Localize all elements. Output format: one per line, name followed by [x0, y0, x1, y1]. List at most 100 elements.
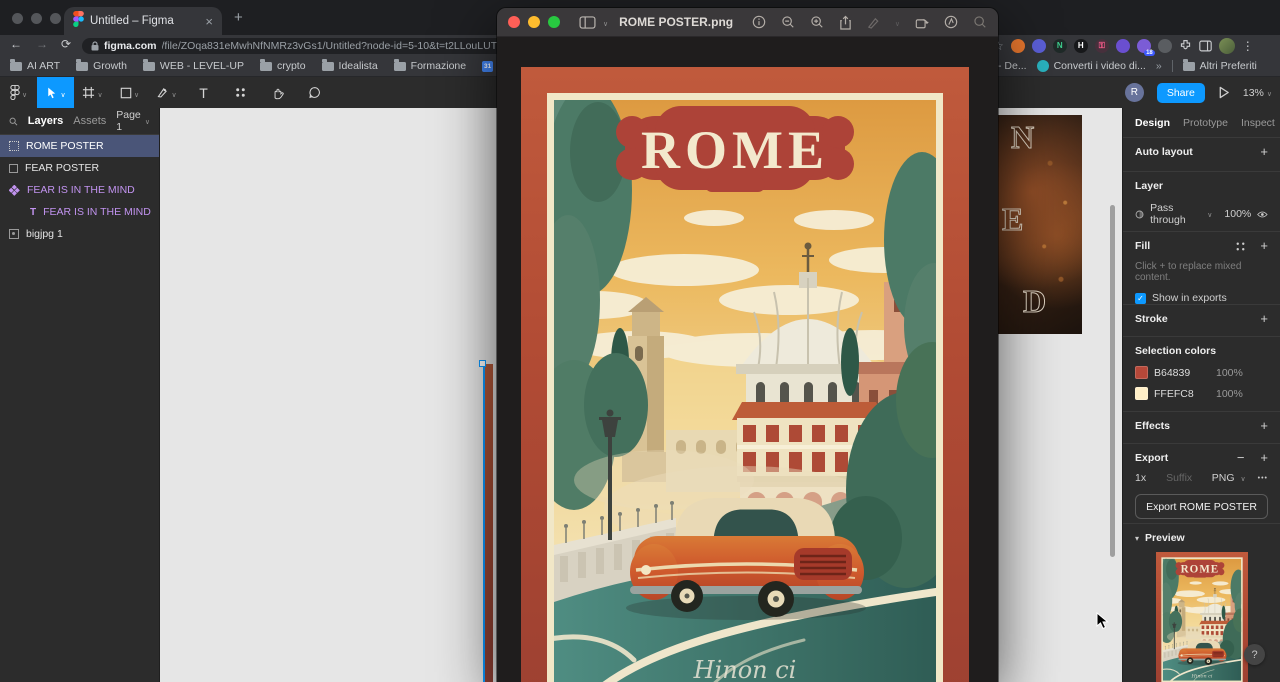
selection-corner-handle[interactable]	[479, 360, 486, 367]
tab-inspect[interactable]: Inspect	[1241, 117, 1275, 129]
color-opacity[interactable]: 100%	[1216, 367, 1243, 379]
browser-window-controls[interactable]	[12, 13, 61, 24]
back-button[interactable]	[10, 37, 22, 51]
add-export-icon[interactable]	[1260, 453, 1268, 463]
color-hex[interactable]: B64839	[1154, 367, 1210, 379]
tab-design[interactable]: Design	[1135, 117, 1170, 129]
canvas-scrollbar[interactable]	[1110, 205, 1115, 557]
bookmark-folder-formazione[interactable]: Formazione	[393, 59, 466, 72]
tab-layers[interactable]: Layers	[28, 115, 63, 127]
browser-menu-icon[interactable]	[1242, 39, 1254, 53]
bookmark-folder-idealista[interactable]: Idealista	[321, 59, 378, 72]
resources-tool[interactable]	[222, 77, 259, 108]
preview-window-controls[interactable]	[508, 16, 560, 28]
chevron-down-icon[interactable]	[603, 13, 608, 31]
search-icon[interactable]	[9, 116, 18, 127]
markup-toolbar-icon[interactable]	[944, 15, 958, 29]
styles-icon[interactable]	[1235, 241, 1246, 252]
color-opacity[interactable]: 100%	[1216, 388, 1243, 400]
move-tool[interactable]	[37, 77, 74, 108]
add-fill-icon[interactable]	[1260, 241, 1268, 251]
preview-title-bar[interactable]: ROME POSTER.png	[497, 8, 998, 37]
layer-row-fear-poster[interactable]: FEAR POSTER	[0, 157, 159, 179]
share-button[interactable]: Share	[1156, 82, 1205, 103]
extension-icon-purple[interactable]	[1115, 38, 1130, 53]
puzzle-extensions-icon[interactable]	[1179, 39, 1192, 52]
bookmark-other-favorites[interactable]: Altri Preferiti	[1182, 59, 1257, 72]
layer-row-fear-text[interactable]: T FEAR IS IN THE MIND	[0, 201, 159, 223]
pen-tool[interactable]	[148, 77, 185, 108]
reload-button[interactable]	[61, 37, 71, 51]
add-auto-layout-icon[interactable]	[1260, 147, 1268, 157]
color-swatch-red[interactable]	[1135, 366, 1148, 379]
rotate-icon[interactable]	[915, 16, 929, 29]
tab-prototype[interactable]: Prototype	[1183, 117, 1228, 129]
add-stroke-icon[interactable]	[1260, 314, 1268, 324]
bookmark-partial[interactable]: - De...	[998, 60, 1027, 72]
extension-icon-key[interactable]: ⚿	[1094, 38, 1109, 53]
new-tab-button[interactable]	[234, 9, 243, 26]
forward-button[interactable]	[36, 37, 48, 51]
side-panel-icon[interactable]	[1199, 40, 1212, 52]
share-icon[interactable]	[839, 15, 852, 30]
text-tool[interactable]: T	[185, 77, 222, 108]
minimize-button[interactable]	[528, 16, 540, 28]
visibility-eye-icon[interactable]	[1257, 210, 1268, 219]
zoom-in-icon[interactable]	[810, 15, 824, 29]
present-play-icon[interactable]	[1218, 86, 1230, 99]
export-options-icon[interactable]	[1258, 475, 1268, 482]
selection-color-row[interactable]: FFEFC8 100%	[1135, 387, 1268, 400]
tab-close-icon[interactable]	[205, 14, 213, 29]
export-format-dropdown[interactable]: PNG	[1212, 472, 1235, 484]
fullscreen-button[interactable]	[548, 16, 560, 28]
blend-mode-value[interactable]: Pass through	[1150, 202, 1201, 226]
shape-tool[interactable]	[111, 77, 148, 108]
color-swatch-cream[interactable]	[1135, 387, 1148, 400]
hand-tool[interactable]	[259, 77, 296, 108]
window-minimize-button[interactable]	[31, 13, 42, 24]
bookmarks-overflow-chevron[interactable]: »	[1156, 60, 1162, 72]
layer-row-fear-component[interactable]: FEAR IS IN THE MIND	[0, 179, 159, 201]
extension-icon-gray[interactable]	[1157, 38, 1172, 53]
export-suffix-field[interactable]: Suffix	[1166, 472, 1192, 484]
export-scale[interactable]: 1x	[1135, 472, 1146, 484]
zoom-level-control[interactable]: 13%	[1243, 87, 1272, 99]
page-selector[interactable]: Page 1	[116, 109, 150, 133]
color-hex[interactable]: FFEFC8	[1154, 388, 1210, 400]
layer-row-rome-poster[interactable]: ROME POSTER	[0, 135, 159, 157]
browser-profile-avatar[interactable]	[1218, 37, 1235, 54]
user-avatar[interactable]: R	[1124, 83, 1144, 102]
extension-icon-badged[interactable]: 18	[1136, 38, 1155, 56]
layer-row-bigjpg[interactable]: bigjpg 1	[0, 223, 159, 245]
export-rome-poster-button[interactable]: Export ROME POSTER	[1135, 494, 1268, 519]
show-in-exports-checkbox[interactable]: ✓	[1135, 292, 1146, 304]
bookmark-folder-crypto[interactable]: crypto	[259, 59, 306, 72]
help-button[interactable]: ?	[1244, 644, 1265, 665]
fear-poster-canvas-object[interactable]: N E D	[998, 115, 1082, 334]
blend-mode-icon[interactable]	[1135, 209, 1144, 220]
zoom-out-icon[interactable]	[781, 15, 795, 29]
extension-icon-indigo[interactable]	[1031, 38, 1046, 53]
window-close-button[interactable]	[12, 13, 23, 24]
preview-app-window[interactable]: ROME POSTER.png	[497, 8, 998, 682]
close-button[interactable]	[508, 16, 520, 28]
sidebar-toggle-icon[interactable]	[579, 15, 596, 29]
extension-icon-n[interactable]: N	[1052, 38, 1067, 53]
remove-export-icon[interactable]	[1237, 453, 1245, 463]
extension-icon-orange[interactable]	[1010, 38, 1025, 53]
bookmark-folder-ai-art[interactable]: AI ART	[10, 59, 60, 72]
selection-color-row[interactable]: B64839 100%	[1135, 366, 1268, 379]
comment-tool[interactable]	[296, 77, 333, 108]
add-effect-icon[interactable]	[1260, 421, 1268, 431]
tab-assets[interactable]: Assets	[73, 115, 106, 127]
search-icon[interactable]	[973, 15, 987, 29]
rome-poster-canvas-edge[interactable]	[483, 364, 493, 682]
extension-icon-h[interactable]: H	[1073, 38, 1088, 53]
bookmark-folder-web-level-up[interactable]: WEB - LEVEL-UP	[142, 59, 244, 72]
info-icon[interactable]	[752, 15, 766, 29]
layer-opacity-value[interactable]: 100%	[1224, 208, 1251, 220]
bookmark-folder-growth[interactable]: Growth	[76, 59, 127, 72]
figma-main-menu[interactable]	[0, 77, 37, 108]
browser-tab[interactable]: Untitled – Figma	[64, 7, 222, 35]
window-zoom-button[interactable]	[50, 13, 61, 24]
